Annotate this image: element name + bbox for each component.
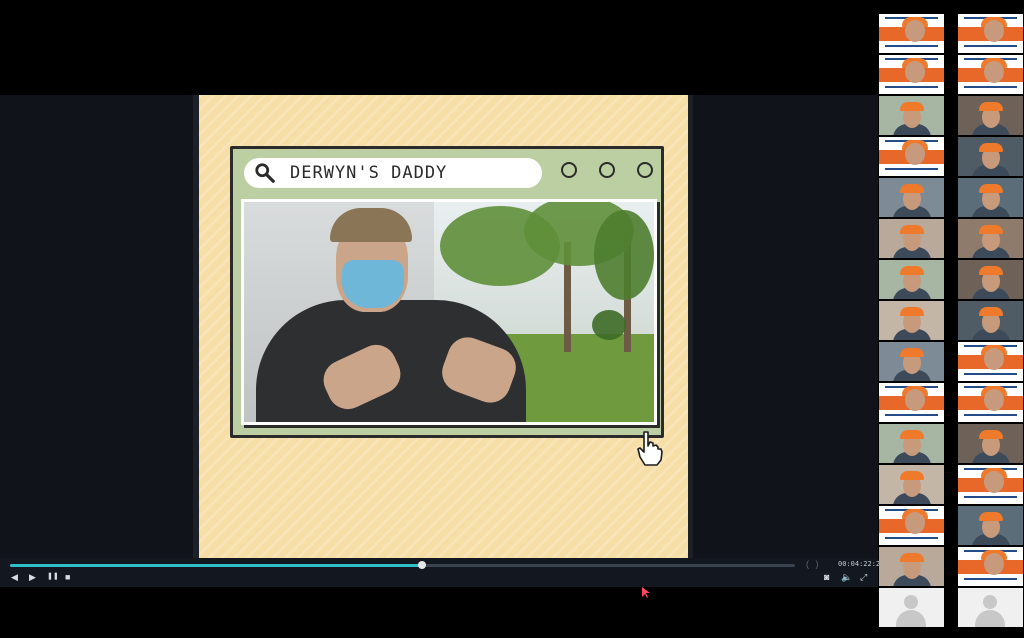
window-dot-icon [599,162,615,178]
browser-frame-graphic: DERWYN'S DADDY [230,146,664,438]
window-dot-icon [637,162,653,178]
participant-video-tile[interactable] [879,14,944,53]
participant-video-tile[interactable] [879,383,944,422]
progress-handle[interactable] [418,561,427,569]
participant-video-tile[interactable] [879,465,944,504]
participant-video-tile[interactable] [879,506,944,545]
video-frame-photo [241,199,657,425]
participant-video-tile[interactable] [958,342,1023,381]
participant-video-tile[interactable] [879,55,944,94]
participant-avatar-tile[interactable] [958,588,1023,627]
participant-video-tile[interactable] [879,342,944,381]
step-forward-button[interactable]: ▶ [29,572,36,582]
participant-gallery [878,14,1024,627]
participant-video-tile[interactable] [879,260,944,299]
participant-video-tile[interactable] [879,96,944,135]
video-slide[interactable]: DERWYN'S DADDY [199,95,688,558]
rewind-button[interactable]: ◀ [11,572,18,582]
hand-pointer-icon [637,431,663,466]
progress-fill [10,564,423,567]
marker-brackets[interactable]: ( ) [806,559,821,569]
participant-video-tile[interactable] [958,506,1023,545]
stop-button[interactable]: ■ [65,572,70,582]
participant-avatar-tile[interactable] [879,588,944,627]
participant-video-tile[interactable] [958,465,1023,504]
participant-video-tile[interactable] [879,178,944,217]
search-bar-graphic: DERWYN'S DADDY [244,158,542,188]
participant-video-tile[interactable] [879,301,944,340]
participant-video-tile[interactable] [879,137,944,176]
shared-screen: DERWYN'S DADDY () 00:04:22:27 ◀ ▶ ❚❚ ■ … [0,95,884,587]
pause-button[interactable]: ❚❚ [47,572,59,582]
participant-video-tile[interactable] [958,301,1023,340]
participant-video-tile[interactable] [879,219,944,258]
participant-video-tile[interactable] [958,219,1023,258]
participant-video-tile[interactable] [879,424,944,463]
snapshot-button[interactable]: ◙ [824,572,829,582]
search-text: DERWYN'S DADDY [290,163,448,183]
participant-video-tile[interactable] [958,137,1023,176]
participant-video-tile[interactable] [958,260,1023,299]
participant-video-tile[interactable] [958,383,1023,422]
participant-video-tile[interactable] [958,424,1023,463]
fullscreen-button[interactable]: ⤢ [860,572,867,582]
window-dot-icon [561,162,577,178]
participant-video-tile[interactable] [958,547,1023,586]
participant-video-tile[interactable] [958,55,1023,94]
participant-video-tile[interactable] [958,96,1023,135]
search-icon [255,163,275,183]
player-controls: ( ) 00:04:22:27 ◀ ▶ ❚❚ ■ ◙ 🔈 ⤢ [0,558,884,587]
volume-button[interactable]: 🔈 [841,572,852,582]
participant-video-tile[interactable] [958,178,1023,217]
participant-video-tile[interactable] [879,547,944,586]
participant-video-tile[interactable] [958,14,1023,53]
mouse-cursor-icon [642,587,650,598]
progress-bar[interactable] [10,561,795,569]
